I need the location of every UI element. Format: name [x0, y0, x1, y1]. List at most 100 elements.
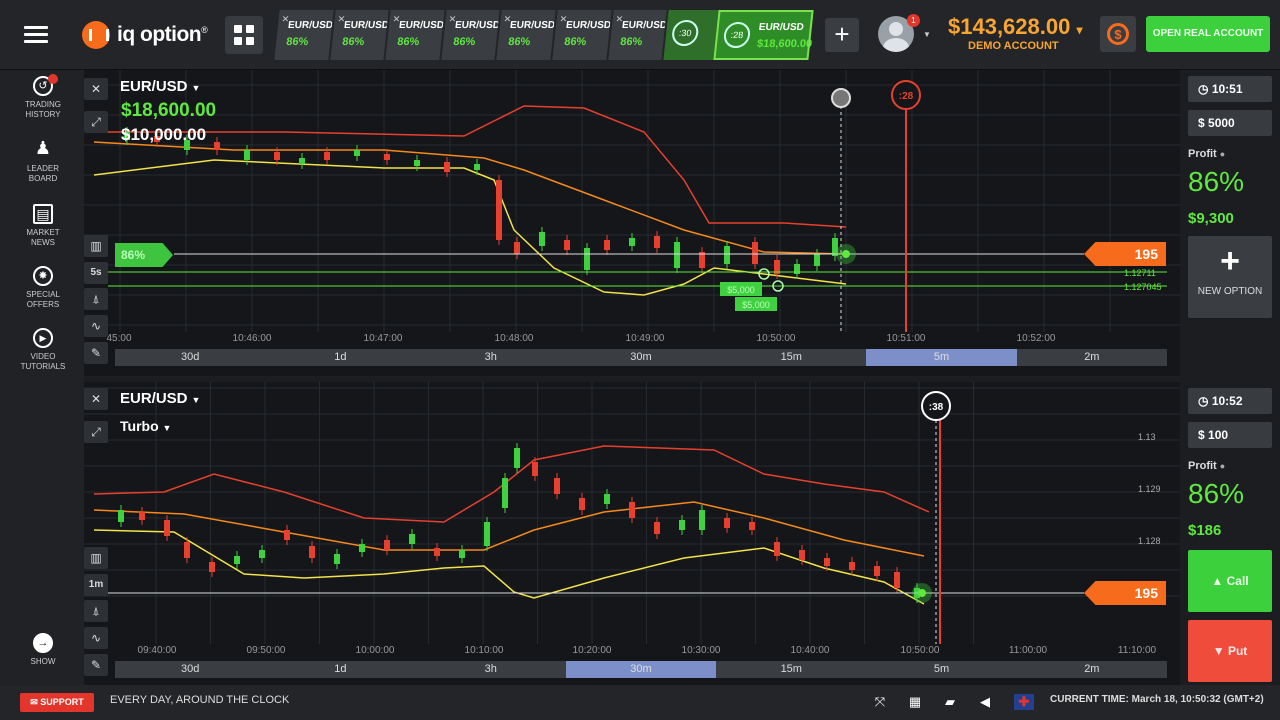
period-3h[interactable]: 3h — [416, 349, 566, 366]
new-option-button[interactable]: + NEW OPTION — [1188, 236, 1272, 318]
period-30d[interactable]: 30d — [115, 661, 265, 678]
period-1d[interactable]: 1d — [265, 349, 415, 366]
language-flag-icon[interactable]: ✚ — [1014, 694, 1034, 710]
asset-tab[interactable]: ✕ EUR/USD 86% — [327, 10, 389, 60]
sidebar-item-special-offers[interactable]: ✸ SPECIAL OFFERS — [0, 266, 86, 310]
layout-icon[interactable]: ▦ — [907, 694, 923, 710]
candle-body — [849, 562, 855, 570]
chevron-down-icon: ▼ — [162, 423, 172, 433]
close-tab-icon[interactable]: ✕ — [336, 12, 346, 26]
sidebar-label: NEWS — [31, 238, 55, 247]
asset-tab[interactable]: ✕ EUR/USD 86% — [494, 10, 556, 60]
period-5m[interactable]: 5m — [866, 661, 1016, 678]
sidebar-label: TRADING — [25, 100, 61, 109]
close-chart-icon[interactable]: ✕ — [84, 78, 108, 100]
period-5m[interactable]: 5m — [866, 349, 1017, 366]
profit-amount: $9,300 — [1188, 210, 1234, 227]
menu-icon[interactable] — [22, 22, 50, 46]
asset-tab[interactable]: ✕ EUR/USD 86% — [550, 10, 612, 60]
candle-body — [434, 548, 440, 556]
asset-selector[interactable]: EUR/USD ▼ — [120, 78, 200, 95]
period-3h[interactable]: 3h — [416, 661, 566, 678]
asset-tab[interactable]: ✕ EUR/USD 86% — [383, 10, 445, 60]
bookmark-icon[interactable]: ▰ — [942, 694, 958, 710]
expiry-time-box[interactable]: ◷ 10:52 — [1188, 388, 1272, 414]
period-1d[interactable]: 1d — [265, 661, 415, 678]
period-30d[interactable]: 30d — [115, 349, 265, 366]
sidebar-item-video-tutorials[interactable]: ▶ VIDEO TUTORIALS — [0, 328, 86, 372]
show-arrow-icon: → — [33, 633, 53, 653]
period-2m[interactable]: 2m — [1017, 661, 1167, 678]
draw-pencil-icon[interactable]: ✎ — [84, 342, 108, 364]
chevron-down-icon: ▼ — [191, 395, 201, 405]
amount-input[interactable]: $ 5000 — [1188, 110, 1272, 136]
period-15m[interactable]: 15m — [716, 349, 866, 366]
leaderboard-icon: ♟ — [34, 138, 52, 158]
period-30m[interactable]: 30m — [566, 349, 716, 366]
candle-body — [752, 242, 758, 264]
sidebar-item-leaderboard[interactable]: ♟ LEADER BOARD — [0, 138, 86, 184]
sidebar-label: VIDEO — [30, 352, 56, 361]
sidebar-item-market-news[interactable]: ▤ MARKET NEWS — [0, 204, 86, 248]
sound-icon[interactable]: ◀ — [977, 694, 993, 710]
trend-icon[interactable]: ∿ — [84, 315, 108, 337]
expand-icon[interactable]: ⤢ — [84, 111, 108, 133]
time-axis-label: 09:40:00 — [138, 645, 177, 656]
time-axis-label: 10:40:00 — [791, 645, 830, 656]
fullscreen-icon[interactable]: ⤧ — [872, 694, 888, 710]
price-chart-top[interactable]: 45:00 10:46:00 10:47:00 10:48:00 10:49:00 10:… — [84, 70, 1180, 376]
asset-tab[interactable]: ✕ EUR/USD 86% — [605, 10, 667, 60]
tab-asset-pct: 86% — [452, 36, 476, 48]
draw-pencil-icon[interactable]: ✎ — [84, 654, 108, 676]
close-chart-icon[interactable]: ✕ — [84, 388, 108, 410]
trend-icon[interactable]: ∿ — [84, 627, 108, 649]
indicators-icon[interactable]: ⍋ — [84, 288, 108, 310]
current-price-tag: 195 — [1084, 242, 1166, 266]
close-tab-icon[interactable]: ✕ — [281, 12, 290, 26]
chevron-down-icon[interactable]: ▼ — [923, 30, 931, 39]
amount-input[interactable]: $ 100 — [1188, 422, 1272, 448]
time-axis-label: 11:10:00 — [1118, 645, 1157, 656]
sidebar-item-trading-history[interactable]: ↺ TRADING HISTORY — [0, 74, 86, 120]
interval-selector[interactable]: 1m — [84, 574, 108, 596]
indicators-icon[interactable]: ⍋ — [84, 600, 108, 622]
put-button[interactable]: ▼ Put — [1188, 620, 1272, 682]
add-tab-button[interactable]: + — [825, 18, 859, 52]
asset-name: EUR/USD — [120, 78, 188, 95]
close-tab-icon[interactable]: ✕ — [559, 12, 568, 26]
asset-tab[interactable]: ✕ EUR/USD 86% — [272, 10, 334, 60]
balance-display[interactable]: $143,628.00 ▾ — [948, 14, 1083, 40]
expand-icon[interactable]: ⤢ — [84, 421, 108, 443]
tab-asset-pct: 86% — [508, 36, 532, 48]
period-2m[interactable]: 2m — [1017, 349, 1167, 366]
candle-body — [164, 520, 170, 536]
interval-selector[interactable]: 5s — [84, 262, 108, 284]
middle-band-line — [93, 501, 925, 557]
expiry-time-box[interactable]: ◷ 10:51 — [1188, 76, 1272, 102]
expiry-time: 10:51 — [1211, 82, 1243, 96]
logo-trademark: ® — [201, 25, 208, 35]
sidebar-item-show[interactable]: → SHOW — [0, 633, 86, 667]
close-tab-icon[interactable]: ✕ — [614, 12, 624, 26]
price-chart-bottom[interactable]: 09:40:00 09:50:00 10:00:00 10:10:00 10:20:00… — [84, 382, 1180, 685]
chart-type-icon[interactable]: ▥ — [84, 235, 108, 257]
refill-button[interactable]: $ — [1100, 16, 1136, 52]
asset-selector[interactable]: EUR/USD ▼ — [120, 390, 200, 407]
option-mode-selector[interactable]: Turbo ▼ — [120, 418, 171, 434]
asset-tab[interactable]: ✕ EUR/USD 86% — [439, 10, 500, 60]
open-real-account-button[interactable]: OPEN REAL ACCOUNT — [1146, 16, 1270, 52]
candle-body — [244, 150, 250, 160]
close-tab-icon[interactable]: ✕ — [448, 12, 457, 26]
candle-body — [699, 510, 705, 530]
support-button[interactable]: ✉ SUPPORT — [20, 693, 94, 712]
candle-body — [564, 240, 570, 250]
tab-asset-name: EUR/USD — [565, 20, 612, 31]
asset-tab-active[interactable]: :28 EUR/USD $18,600.00 — [713, 10, 814, 60]
period-15m[interactable]: 15m — [716, 661, 866, 678]
period-30m[interactable]: 30m — [565, 661, 717, 678]
candle-body — [359, 544, 365, 552]
asset-tab-timer[interactable]: :30 — [661, 10, 719, 60]
call-button[interactable]: ▲ Call — [1188, 550, 1272, 612]
chart-type-icon[interactable]: ▥ — [84, 547, 108, 569]
grid-layout-icon[interactable] — [225, 16, 263, 54]
